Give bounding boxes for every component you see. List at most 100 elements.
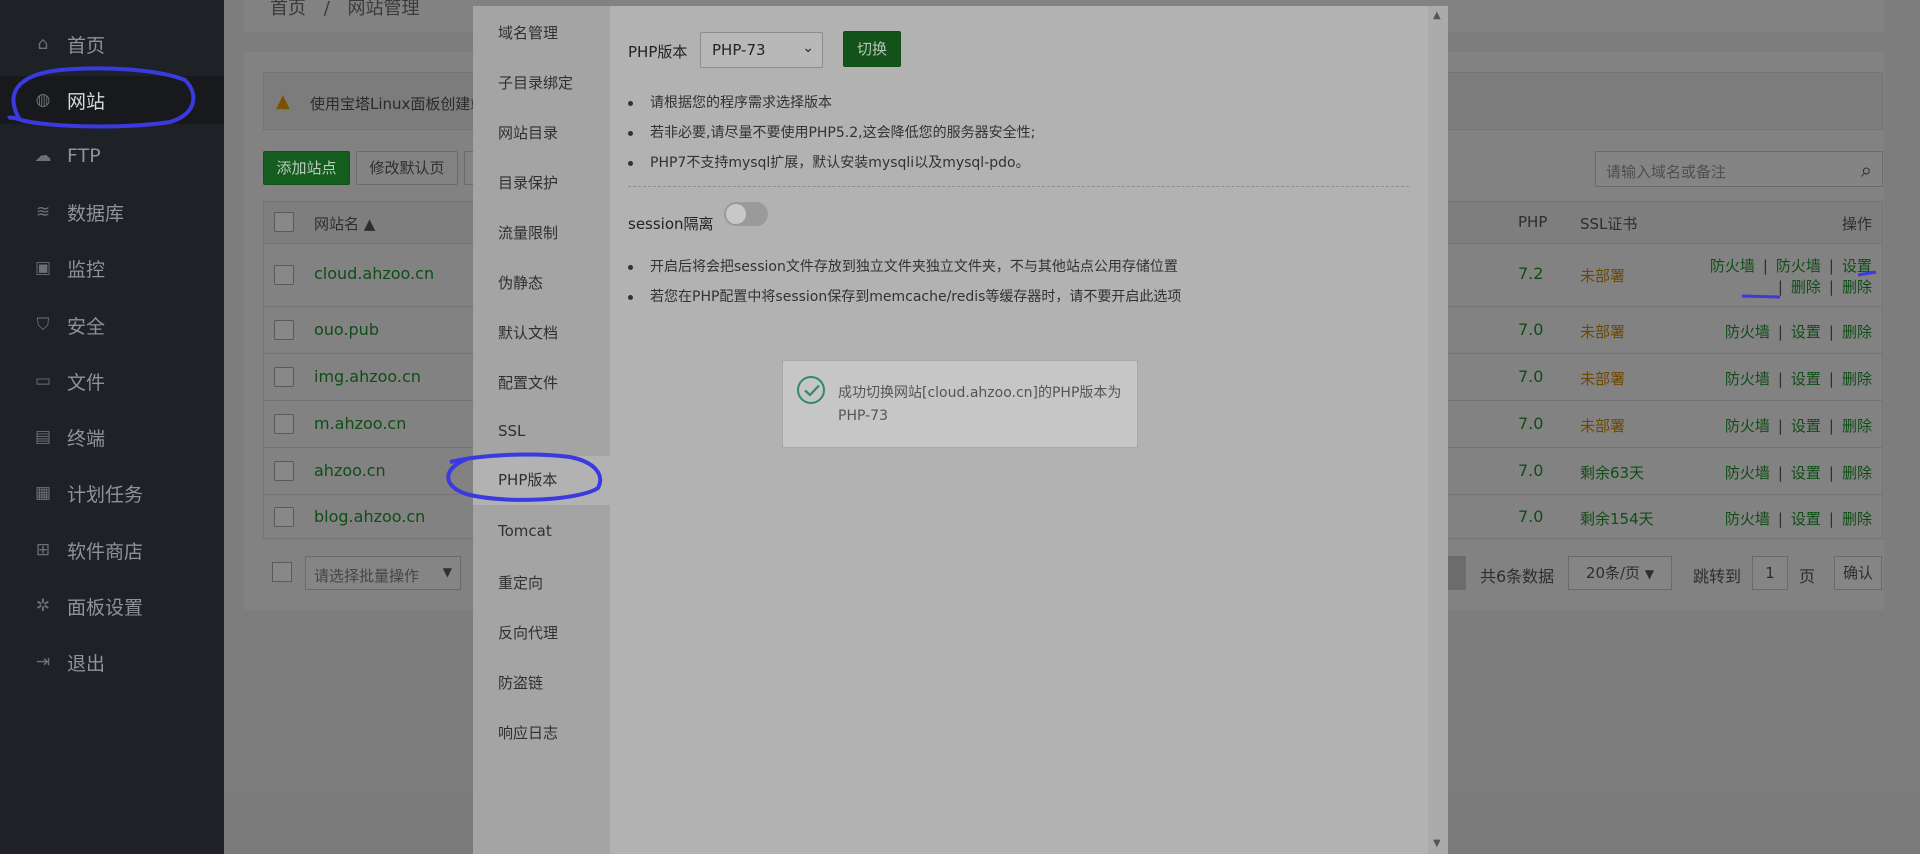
sidebar-item-cron[interactable]: ▦ 计划任务 — [0, 469, 224, 517]
delete-link[interactable]: 删除 — [1842, 323, 1872, 341]
settings-link[interactable]: 设置 — [1842, 257, 1872, 275]
session-isolation-toggle[interactable] — [724, 202, 768, 226]
site-name-link[interactable]: blog.ahzoo.cn — [314, 507, 425, 526]
breadcrumb-home[interactable]: 首页 — [270, 0, 306, 19]
column-name[interactable]: 网站名 ▲ — [314, 213, 375, 234]
firewall-link[interactable]: 防火墙 — [1725, 417, 1770, 435]
modal-nav-php-version[interactable]: PHP版本 — [473, 456, 610, 505]
sidebar-item-ftp[interactable]: ☁ FTP — [0, 132, 224, 180]
modal-nav-ssl[interactable]: SSL — [498, 422, 525, 440]
row-operations: 防火墙 | 设置 | 删除 — [1724, 323, 1872, 341]
modal-nav-reverse-proxy[interactable]: 反向代理 — [498, 622, 558, 643]
sidebar-item-terminal[interactable]: ▤ 终端 — [0, 413, 224, 461]
settings-link[interactable]: 设置 — [1791, 417, 1821, 435]
php-version[interactable]: 7.0 — [1518, 461, 1543, 480]
modal-nav-default-doc[interactable]: 默认文档 — [498, 322, 558, 343]
site-name-link[interactable]: m.ahzoo.cn — [314, 414, 406, 433]
settings-link[interactable]: 设置 — [1791, 464, 1821, 482]
site-name-link[interactable]: cloud.ahzoo.cn — [314, 264, 434, 283]
php-version[interactable]: 7.0 — [1518, 507, 1543, 526]
site-name-link[interactable]: ahzoo.cn — [314, 461, 386, 480]
ssl-status[interactable]: 剩余63天 — [1580, 462, 1644, 483]
sidebar-item-store[interactable]: ⊞ 软件商店 — [0, 526, 224, 574]
firewall-link[interactable]: 防火墙 — [1725, 370, 1770, 388]
php-version[interactable]: 7.0 — [1518, 414, 1543, 433]
confirm-jump-button[interactable]: 确认 — [1834, 556, 1882, 590]
sidebar-item-database[interactable]: ≋ 数据库 — [0, 188, 224, 236]
modal-nav-hotlink[interactable]: 防盗链 — [498, 672, 543, 693]
batch-action-placeholder: 请选择批量操作 — [314, 567, 420, 585]
modal-nav-redirect[interactable]: 重定向 — [498, 572, 543, 593]
page-input[interactable]: 1 — [1752, 556, 1788, 590]
search-icon[interactable]: ⌕ — [1861, 158, 1872, 182]
modal-nav-tomcat[interactable]: Tomcat — [498, 522, 552, 540]
row-checkbox[interactable] — [274, 265, 294, 285]
per-page-select[interactable]: 20条/页 ▼ — [1568, 556, 1672, 590]
ftp-icon: ☁ — [34, 146, 52, 166]
sidebar-item-files[interactable]: ▭ 文件 — [0, 357, 224, 405]
site-name-link[interactable]: ouo.pub — [314, 320, 379, 339]
firewall-link[interactable]: 防火墙 — [1725, 510, 1770, 528]
delete-link[interactable]: 删除 — [1842, 464, 1872, 482]
row-checkbox[interactable] — [274, 367, 294, 387]
sidebar-item-website[interactable]: ◍ 网站 — [0, 76, 224, 124]
sidebar-item-label: 数据库 — [67, 202, 125, 225]
delete-link[interactable]: 删除 — [1842, 417, 1872, 435]
ssl-status[interactable]: 未部署 — [1580, 321, 1625, 342]
delete-link[interactable]: 删除 — [1842, 278, 1872, 296]
firewall-link[interactable]: 防火墙 — [1725, 323, 1770, 341]
php-version[interactable]: 7.0 — [1518, 367, 1543, 386]
sidebar-item-security[interactable]: ⛉ 安全 — [0, 301, 224, 349]
modal-nav-traffic-limit[interactable]: 流量限制 — [498, 222, 558, 243]
success-toast: 成功切换网站[cloud.ahzoo.cn]的PHP版本为PHP-73 — [782, 360, 1138, 448]
modal-nav-subdir[interactable]: 子目录绑定 — [498, 72, 573, 93]
sidebar-item-label: 面板设置 — [67, 596, 144, 619]
site-name-link[interactable]: img.ahzoo.cn — [314, 367, 421, 386]
modal-nav-dir-protect[interactable]: 目录保护 — [498, 172, 558, 193]
modal-nav-config-file[interactable]: 配置文件 — [498, 372, 558, 393]
php-version[interactable]: 7.2 — [1518, 264, 1543, 283]
scroll-down-icon[interactable]: ▼ — [1433, 838, 1441, 849]
row-checkbox[interactable] — [274, 414, 294, 434]
ssl-status[interactable]: 未部署 — [1580, 415, 1625, 436]
modal-nav-rewrite[interactable]: 伪静态 — [498, 272, 543, 293]
batch-action-select[interactable]: 请选择批量操作 ▼ — [305, 556, 461, 590]
edit-default-page-button[interactable]: 修改默认页 — [356, 151, 458, 185]
delete-link[interactable]: 删除 — [1791, 278, 1821, 296]
sidebar-item-label: 软件商店 — [67, 540, 144, 563]
modal-nav-site-dir[interactable]: 网站目录 — [498, 122, 558, 143]
select-all-checkbox[interactable] — [274, 212, 294, 232]
settings-link[interactable]: 设置 — [1791, 323, 1821, 341]
ssl-status[interactable]: 未部署 — [1580, 368, 1625, 389]
add-site-button[interactable]: 添加站点 — [263, 151, 350, 185]
warning-icon: ▲ — [276, 91, 290, 112]
scroll-up-icon[interactable]: ▲ — [1433, 10, 1441, 21]
modal-nav-domain[interactable]: 域名管理 — [498, 22, 558, 43]
delete-link[interactable]: 删除 — [1842, 370, 1872, 388]
switch-php-button[interactable]: 切换 — [843, 31, 901, 67]
footer-select-all-checkbox[interactable] — [272, 562, 292, 582]
delete-link[interactable]: 删除 — [1842, 510, 1872, 528]
modal-scrollbar[interactable]: ▲ ▼ — [1428, 6, 1448, 854]
settings-link[interactable]: 设置 — [1791, 510, 1821, 528]
ssl-status[interactable]: 未部署 — [1580, 265, 1625, 286]
row-checkbox[interactable] — [274, 461, 294, 481]
firewall-link[interactable]: 防火墙 — [1710, 257, 1755, 275]
firewall-link[interactable]: 防火墙 — [1776, 257, 1821, 275]
sidebar-item-monitor[interactable]: ▣ 监控 — [0, 244, 224, 292]
sidebar-item-settings[interactable]: ✲ 面板设置 — [0, 582, 224, 630]
php-version[interactable]: 7.0 — [1518, 320, 1543, 339]
firewall-link[interactable]: 防火墙 — [1725, 464, 1770, 482]
row-checkbox[interactable] — [274, 507, 294, 527]
row-checkbox[interactable] — [274, 320, 294, 340]
modal-nav-response-log[interactable]: 响应日志 — [498, 722, 558, 743]
settings-link[interactable]: 设置 — [1791, 370, 1821, 388]
sidebar-item-logout[interactable]: ⇥ 退出 — [0, 638, 224, 686]
sidebar-item-home[interactable]: ⌂ 首页 — [0, 20, 224, 68]
session-tip: 开启后将会把session文件存放到独立文件夹独立文件夹，不与其他站点公用存储位… — [628, 252, 1181, 282]
ssl-status[interactable]: 剩余154天 — [1580, 508, 1654, 529]
search-box[interactable]: 请输入域名或备注 ⌕ — [1595, 151, 1883, 187]
search-input[interactable]: 请输入域名或备注 — [1606, 161, 1726, 182]
php-version-select[interactable]: PHP-73 ⌄ — [700, 32, 823, 68]
breadcrumb-current: 网站管理 — [347, 0, 420, 19]
